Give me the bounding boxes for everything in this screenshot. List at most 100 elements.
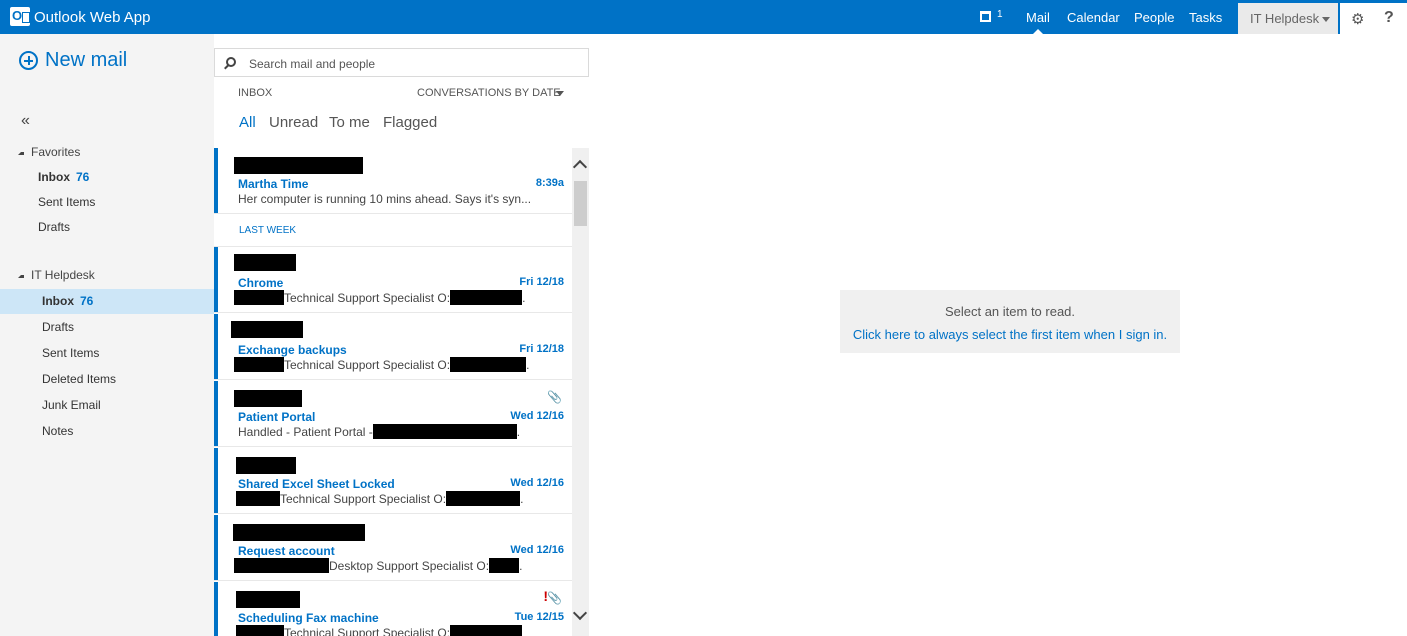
filter-unread[interactable]: Unread: [269, 114, 318, 131]
list-item[interactable]: 📎 Patient Portal Wed 12/16 Handled - Pat…: [214, 381, 572, 447]
list-item[interactable]: ! 📎 Scheduling Fax machine Tue 12/15 Tec…: [214, 582, 572, 636]
redacted-text: [450, 357, 527, 372]
top-bar: Outlook Web App 1 Mail Calendar People T…: [0, 0, 1407, 34]
reminder-count: 1: [997, 9, 1003, 20]
reading-pane-placeholder: Select an item to read. Click here to al…: [840, 290, 1180, 353]
redacted-text: [446, 491, 521, 506]
message-subject: Chrome: [238, 276, 284, 290]
search-box[interactable]: Search mail and people: [214, 48, 589, 77]
message-preview: Technical Support Specialist O:.: [236, 491, 523, 506]
redacted-text: [450, 290, 523, 305]
redacted-sender: [234, 157, 363, 174]
unread-indicator: [214, 148, 218, 213]
list-item[interactable]: Martha Time 8:39a Her computer is runnin…: [214, 148, 572, 214]
message-date: Fri 12/18: [519, 343, 564, 355]
redacted-text: [450, 625, 523, 636]
paperclip-icon: 📎: [547, 390, 562, 404]
favorites-drafts[interactable]: Drafts: [0, 215, 214, 239]
favorites-sent-items[interactable]: Sent Items: [0, 190, 214, 214]
message-preview: Technical Support Specialist O:.: [234, 290, 525, 305]
filter-flagged[interactable]: Flagged: [383, 114, 437, 131]
account-header[interactable]: IT Helpdesk: [18, 268, 95, 282]
folder-sent-items[interactable]: Sent Items: [0, 341, 214, 365]
message-subject: Scheduling Fax machine: [238, 611, 379, 625]
redacted-sender: [233, 524, 365, 541]
collapse-pane-icon[interactable]: «: [21, 112, 30, 130]
filter-to-me[interactable]: To me: [329, 114, 370, 131]
favorites-inbox[interactable]: Inbox 76: [0, 165, 214, 189]
app-title: Outlook Web App: [34, 9, 151, 26]
redacted-text: [234, 290, 284, 305]
scroll-down-icon[interactable]: [572, 605, 588, 621]
user-menu[interactable]: IT Helpdesk: [1238, 3, 1338, 34]
folder-junk-email[interactable]: Junk Email: [0, 393, 214, 417]
message-subject: Patient Portal: [238, 410, 316, 424]
redacted-text: [234, 558, 329, 573]
redacted-sender: [234, 390, 302, 407]
message-subject: Shared Excel Sheet Locked: [238, 477, 395, 491]
message-date: Tue 12/15: [514, 611, 564, 623]
select-first-item-link[interactable]: Click here to always select the first it…: [840, 327, 1180, 342]
redacted-sender: [231, 321, 303, 338]
message-date: Wed 12/16: [510, 544, 564, 556]
nav-calendar[interactable]: Calendar: [1067, 10, 1120, 25]
message-date: 8:39a: [535, 177, 564, 189]
nav-people[interactable]: People: [1134, 10, 1174, 25]
favorites-header[interactable]: Favorites: [18, 145, 80, 159]
redacted-text: [236, 625, 284, 636]
user-name: IT Helpdesk: [1250, 11, 1320, 26]
folder-notes[interactable]: Notes: [0, 419, 214, 443]
folder-inbox[interactable]: Inbox 76: [0, 289, 214, 314]
message-preview: Technical Support Specialist O:.: [234, 357, 529, 372]
nav-mail[interactable]: Mail: [1026, 10, 1050, 34]
scroll-up-icon[interactable]: [572, 159, 588, 175]
help-icon[interactable]: ?: [1384, 9, 1394, 27]
message-preview: Her computer is running 10 mins ahead. S…: [238, 192, 532, 206]
nav-tasks[interactable]: Tasks: [1189, 10, 1222, 25]
search-icon: [226, 57, 236, 67]
gear-icon[interactable]: ⚙: [1351, 10, 1364, 28]
paperclip-icon: 📎: [547, 591, 562, 605]
message-subject: Exchange backups: [238, 343, 347, 357]
new-mail-label: New mail: [45, 49, 128, 71]
folder-pane: New mail « Favorites Inbox 76 Sent Items …: [0, 34, 214, 636]
search-placeholder: Search mail and people: [249, 57, 376, 71]
redacted-sender: [236, 591, 300, 608]
message-date: Wed 12/16: [510, 477, 564, 489]
expand-triangle-icon: [18, 152, 24, 155]
reading-pane-message: Select an item to read.: [944, 304, 1076, 319]
folder-deleted-items[interactable]: Deleted Items: [0, 367, 214, 391]
message-preview: Desktop Support Specialist O:.: [234, 558, 522, 573]
message-date: Fri 12/18: [519, 276, 564, 288]
folder-label: Inbox: [38, 170, 70, 184]
unread-indicator: [214, 247, 218, 312]
filter-all[interactable]: All: [239, 114, 256, 131]
list-item[interactable]: Exchange backups Fri 12/18 Technical Sup…: [214, 314, 572, 380]
folder-label: Inbox: [42, 294, 74, 308]
redacted-sender: [236, 457, 296, 474]
unread-indicator: [214, 582, 218, 636]
redacted-text: [234, 357, 284, 372]
outlook-logo-icon: [10, 7, 30, 26]
list-scrollbar[interactable]: [572, 148, 589, 636]
list-item[interactable]: Request account Wed 12/16 Desktop Suppor…: [214, 515, 572, 581]
message-list: Martha Time 8:39a Her computer is runnin…: [214, 148, 572, 636]
unread-indicator: [214, 314, 218, 379]
sort-dropdown[interactable]: CONVERSATIONS BY DATE: [417, 87, 561, 99]
redacted-text: [236, 491, 280, 506]
unread-count: 76: [80, 294, 94, 308]
calendar-reminder-icon[interactable]: [980, 11, 991, 22]
redacted-text: [372, 424, 517, 439]
message-subject: Request account: [238, 544, 335, 558]
message-preview: Handled - Patient Portal -.: [238, 424, 521, 439]
list-item[interactable]: Chrome Fri 12/18 Technical Support Speci…: [214, 247, 572, 313]
list-item[interactable]: Shared Excel Sheet Locked Wed 12/16 Tech…: [214, 448, 572, 514]
message-preview: Technical Support Specialist O:: [236, 625, 523, 636]
redacted-sender: [234, 254, 296, 271]
group-header-last-week: LAST WEEK: [214, 215, 572, 247]
scroll-thumb[interactable]: [574, 181, 587, 226]
chevron-down-icon[interactable]: [556, 91, 564, 96]
folder-drafts[interactable]: Drafts: [0, 315, 214, 339]
expand-triangle-icon: [18, 275, 24, 278]
plus-circle-icon: [19, 51, 38, 70]
